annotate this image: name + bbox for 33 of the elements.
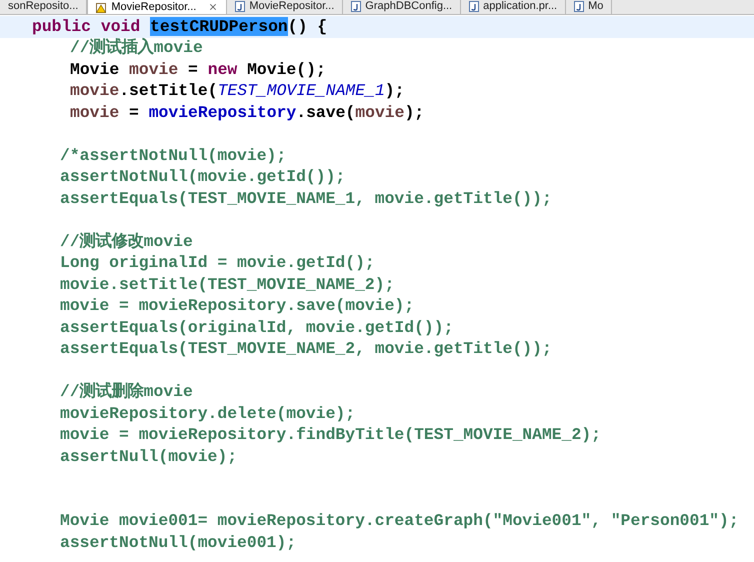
java-file-icon bbox=[235, 1, 246, 12]
code-line: movie.setTitle(TEST_MOVIE_NAME_2); bbox=[60, 274, 394, 295]
code-line: assertNull(movie); bbox=[60, 446, 238, 467]
java-file-icon bbox=[351, 1, 362, 12]
code-line: Movie movie = new Movie(); bbox=[70, 60, 326, 80]
tab-label: sonReposito... bbox=[8, 0, 78, 13]
tab-label: MovieRepositor... bbox=[111, 0, 196, 14]
editor-tab[interactable]: MovieRepositor... bbox=[87, 0, 228, 14]
java-file-icon bbox=[469, 1, 480, 12]
code-line: assertEquals(TEST_MOVIE_NAME_1, movie.getTitle()); bbox=[60, 188, 552, 209]
code-line: assertNotNull(movie001); bbox=[60, 532, 296, 553]
java-file-icon bbox=[574, 1, 584, 12]
code-line: /*assertNotNull(movie); bbox=[60, 146, 286, 166]
code-line: assertNotNull(movie.getId()); bbox=[60, 167, 346, 188]
code-line: movie = movieRepository.findByTitle(TEST_MOVIE_NAME_2); bbox=[60, 425, 601, 446]
code-line: assertEquals(TEST_MOVIE_NAME_2, movie.getTitle()); bbox=[60, 339, 552, 360]
code-line: //测试插入movie bbox=[70, 38, 203, 58]
code-line: movie = movieRepository.save(movie); bbox=[70, 102, 424, 123]
code-line: //测试修改movie bbox=[60, 232, 193, 252]
code-line: movie = movieRepository.save(movie); bbox=[60, 296, 414, 316]
warning-icon bbox=[96, 2, 108, 12]
code-line: Long originalId = movie.getId(); bbox=[60, 253, 375, 274]
tab-label: application.pr... bbox=[483, 0, 558, 13]
code-line: //测试删除movie bbox=[60, 382, 193, 402]
close-icon[interactable] bbox=[208, 2, 218, 12]
code-line: public void testCRUDPerson() { bbox=[32, 16, 328, 37]
tab-label: MovieRepositor... bbox=[249, 0, 334, 13]
code-line: assertEquals(originalId, movie.getId()); bbox=[60, 318, 454, 338]
tab-label: Mo bbox=[588, 0, 604, 13]
code-line: Movie movie001= movieRepository.createGraph("Movie001", "Person001"); bbox=[60, 511, 739, 532]
tab-label: GraphDBConfig... bbox=[365, 0, 452, 13]
code-line: movie.setTitle(TEST_MOVIE_NAME_1); bbox=[70, 81, 404, 102]
code-line: movieRepository.delete(movie); bbox=[60, 404, 356, 424]
